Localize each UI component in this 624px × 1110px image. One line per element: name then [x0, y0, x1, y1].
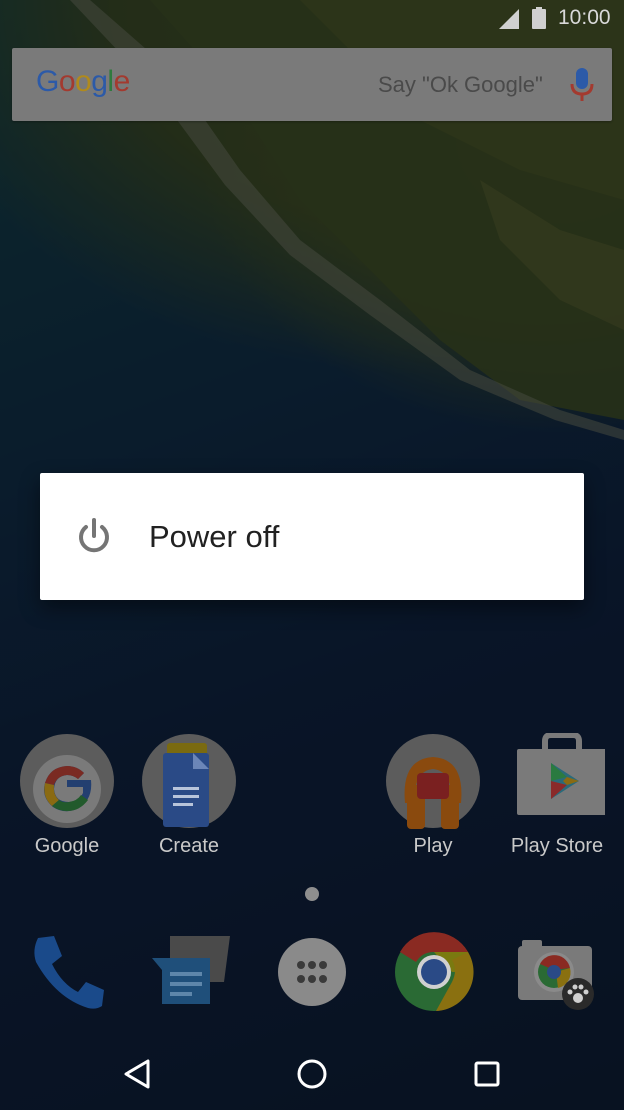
camera-icon[interactable] — [514, 930, 598, 1014]
logo-letter: o — [58, 65, 76, 98]
play-folder-icon — [386, 734, 480, 829]
chrome-icon[interactable] — [392, 930, 476, 1014]
page-indicator — [305, 887, 319, 901]
power-icon — [79, 518, 109, 553]
app-label: Play Store — [510, 835, 604, 857]
google-logo: Google — [36, 65, 130, 99]
app-label: Create — [158, 835, 220, 857]
mic-icon[interactable] — [570, 68, 594, 102]
status-clock: 10:00 — [558, 6, 611, 29]
search-hint: Say "Ok Google" — [378, 72, 543, 97]
app-play[interactable]: Play — [378, 733, 488, 858]
logo-letter: g — [91, 65, 108, 98]
logo-letter: G — [36, 65, 59, 98]
logo-letter: e — [113, 65, 131, 98]
play-store-icon — [517, 733, 605, 815]
app-create[interactable]: Create — [134, 733, 244, 858]
battery-icon — [532, 7, 546, 29]
power-options-dialog: Power off — [40, 473, 584, 600]
app-drawer-icon[interactable] — [270, 930, 354, 1014]
back-icon[interactable] — [120, 1057, 154, 1091]
recents-icon[interactable] — [470, 1057, 504, 1091]
google-folder-icon — [20, 734, 114, 828]
app-google[interactable]: Google — [12, 733, 122, 858]
app-label: Play — [413, 835, 453, 857]
home-screen: 10:00 Google Say "Ok Google" Google Crea… — [0, 0, 624, 1110]
logo-letter: o — [75, 65, 92, 98]
create-folder-icon — [142, 734, 236, 828]
app-play-store[interactable]: Play Store — [502, 733, 612, 858]
google-search-bar[interactable]: Google Say "Ok Google" — [12, 48, 612, 121]
power-off-label: Power off — [149, 519, 280, 554]
app-label: Google — [34, 835, 100, 857]
messages-icon[interactable] — [148, 930, 232, 1014]
home-icon[interactable] — [295, 1057, 329, 1091]
phone-icon[interactable] — [26, 930, 110, 1014]
power-off-option[interactable]: Power off — [40, 473, 584, 600]
cell-signal-icon — [499, 9, 519, 29]
status-bar: 10:00 — [0, 0, 624, 36]
